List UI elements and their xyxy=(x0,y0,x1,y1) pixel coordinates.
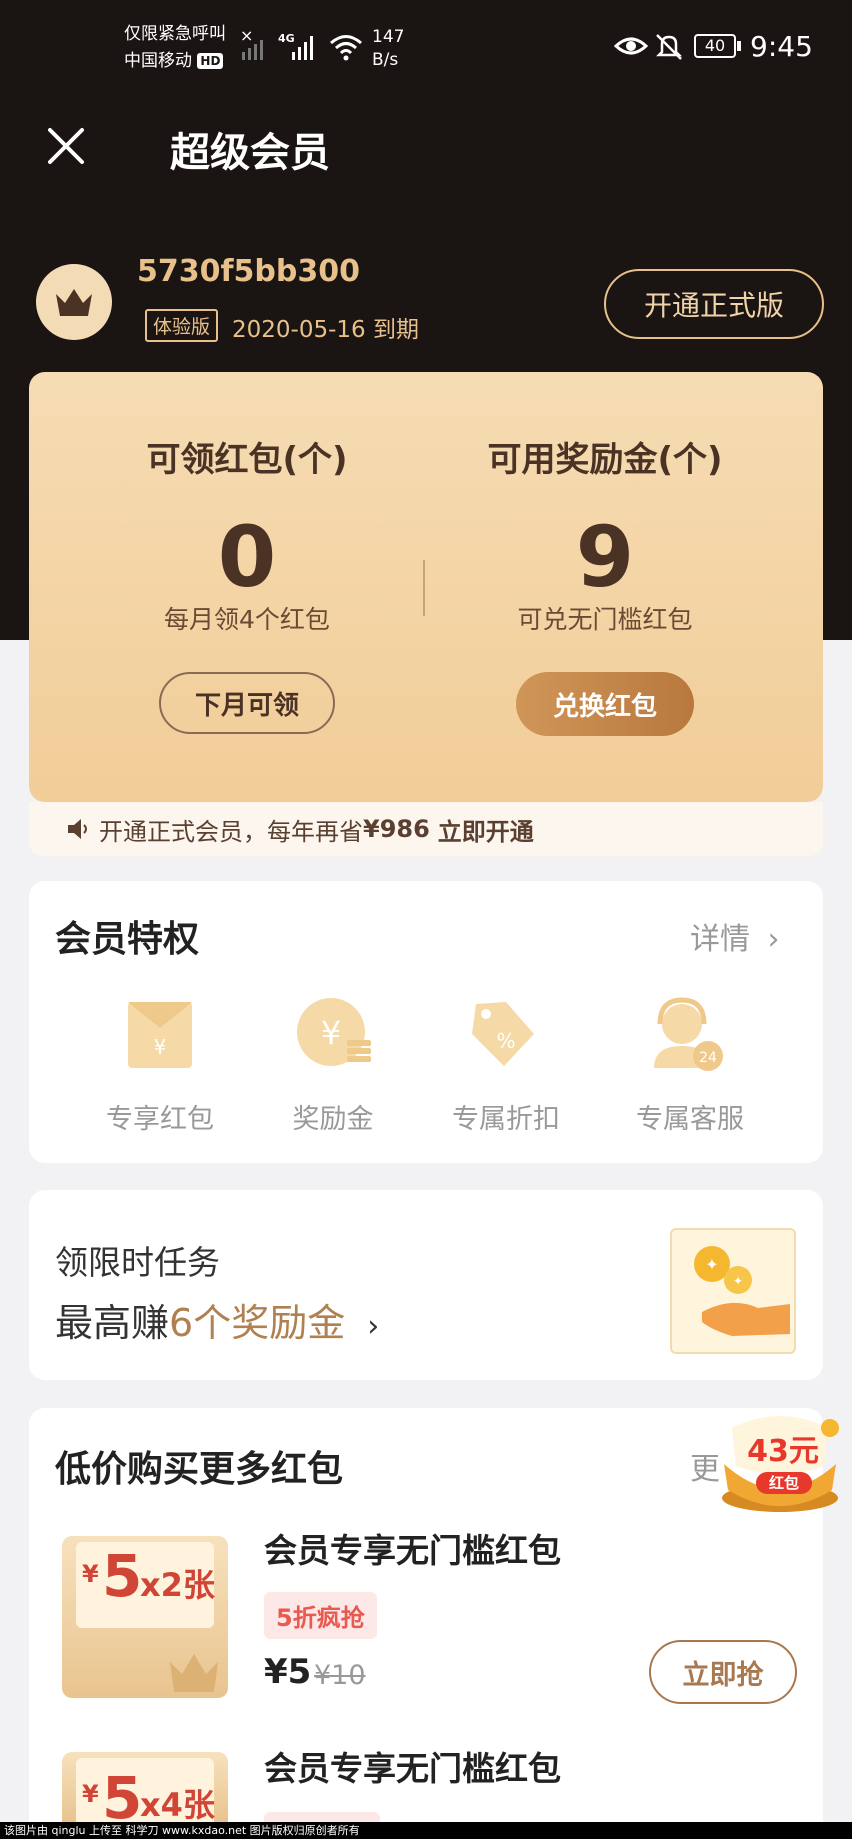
speed-value: 147 xyxy=(372,27,405,47)
product-title-1: 会员专享无门槛红包 xyxy=(264,1531,561,1570)
task-prefix: 最高赚 xyxy=(55,1301,170,1345)
stats-divider xyxy=(423,560,425,616)
float-badge-label: 红包 xyxy=(756,1472,812,1494)
crown-icon xyxy=(56,289,92,316)
env-currency-2: ¥ xyxy=(82,1780,99,1808)
mute-bell-icon xyxy=(655,34,683,60)
signal-icon-1 xyxy=(242,40,263,60)
env-amount-1: 5 xyxy=(102,1542,143,1610)
notice-text: 开通正式会员，每年再省 xyxy=(99,817,363,846)
product-price-1: ¥5 xyxy=(264,1652,312,1692)
svg-text:¥: ¥ xyxy=(154,1035,167,1059)
status-time: 9:45 xyxy=(750,30,813,63)
status-emergency-text: 仅限紧急呼叫 xyxy=(124,24,226,44)
username: 5730f5bb300 xyxy=(137,254,360,289)
expire-date: 2020-05-16 到期 xyxy=(232,317,419,343)
privilege-label-bonus: 奖励金 xyxy=(292,1104,374,1135)
privilege-label-redpacket: 专享红包 xyxy=(106,1104,214,1135)
next-month-button[interactable]: 下月可领 xyxy=(159,672,335,734)
task-line1: 领限时任务 xyxy=(55,1243,220,1282)
grab-button-1[interactable]: 立即抢 xyxy=(649,1640,797,1704)
svg-text:✦: ✦ xyxy=(733,1274,743,1288)
product-image-1: ¥ 5 x2张 xyxy=(62,1536,228,1698)
discount-badge-1: 5折疯抢 xyxy=(264,1592,377,1639)
close-icon[interactable] xyxy=(46,126,86,166)
speaker-icon xyxy=(68,819,87,839)
notice-link[interactable]: 立即开通 xyxy=(438,812,534,847)
discount-tag-icon[interactable]: % xyxy=(462,996,538,1072)
env-qty-2: x4张 xyxy=(140,1786,215,1824)
hd-badge: HD xyxy=(197,53,224,69)
product-old-price-1: ¥10 xyxy=(314,1660,366,1691)
watermark: 该图片由 qinglu 上传至 科学刀 www.kxdao.net 图片版权归原… xyxy=(0,1822,852,1839)
task-line2: 最高赚6个奖励金 › xyxy=(55,1292,379,1347)
privilege-label-service: 专属客服 xyxy=(636,1104,744,1135)
privilege-label-discount: 专属折扣 xyxy=(452,1104,560,1135)
coin-icon[interactable]: ¥ xyxy=(295,996,375,1072)
red-envelope-icon[interactable]: ¥ xyxy=(122,998,198,1070)
status-carrier: 中国移动 HD xyxy=(124,49,224,73)
battery-tip xyxy=(737,41,741,51)
task-chevron-icon: › xyxy=(367,1309,380,1344)
hand-coins-icon: ✦ ✦ xyxy=(694,1246,790,1336)
carrier-name: 中国移动 xyxy=(124,51,192,71)
redpacket-count: 0 xyxy=(217,508,277,606)
redpacket-sub: 每月领4个红包 xyxy=(164,605,330,634)
eye-icon xyxy=(614,37,648,55)
env-qty-1: x2张 xyxy=(140,1566,215,1604)
avatar xyxy=(36,264,112,340)
float-badge-amount: 43元 xyxy=(747,1434,819,1469)
chevron-right-icon: › xyxy=(767,922,780,957)
wifi-icon xyxy=(330,35,362,61)
env-crown-icon-1 xyxy=(170,1654,218,1692)
open-official-button[interactable]: 开通正式版 xyxy=(604,269,824,339)
redpacket-label: 可领红包(个) xyxy=(146,440,348,480)
trial-badge: 体验版 xyxy=(145,309,219,342)
service-24-badge: 24 xyxy=(699,1050,717,1066)
env-currency-1: ¥ xyxy=(82,1560,99,1588)
customer-service-icon[interactable]: 24 xyxy=(646,994,726,1074)
task-illustration: ✦ ✦ xyxy=(670,1228,796,1354)
floating-redpacket-badge[interactable]: 43元 红包 xyxy=(712,1404,842,1516)
signal-icon-2 xyxy=(292,36,313,60)
exchange-button[interactable]: 兑换红包 xyxy=(516,672,694,736)
battery-icon: 40 xyxy=(694,34,736,58)
product-title-2: 会员专享无门槛红包 xyxy=(264,1749,561,1788)
buy-title: 低价购买更多红包 xyxy=(55,1449,344,1490)
bonus-label: 可用奖励金(个) xyxy=(487,440,723,480)
bonus-count: 9 xyxy=(575,508,635,606)
notice-amount: ¥986 xyxy=(363,815,430,843)
svg-text:¥: ¥ xyxy=(321,1014,341,1052)
svg-text:%: % xyxy=(496,1029,515,1053)
page-title: 超级会员 xyxy=(170,130,330,176)
battery-level: 40 xyxy=(704,36,726,55)
bonus-sub: 可兑无门槛红包 xyxy=(517,605,693,634)
task-highlight: 6个奖励金 xyxy=(169,1301,346,1345)
svg-text:✦: ✦ xyxy=(705,1255,718,1274)
privileges-more[interactable]: 详情 › xyxy=(690,914,780,958)
privileges-more-label: 详情 xyxy=(690,922,750,957)
product-image-2: ¥ 5 x4张 xyxy=(62,1752,228,1832)
privileges-title: 会员特权 xyxy=(55,919,200,960)
discount-badge-2 xyxy=(264,1812,380,1822)
notice-bar[interactable]: 开通正式会员，每年再省 ¥986 立即开通 xyxy=(29,802,823,856)
speed-unit: B/s xyxy=(372,50,399,70)
